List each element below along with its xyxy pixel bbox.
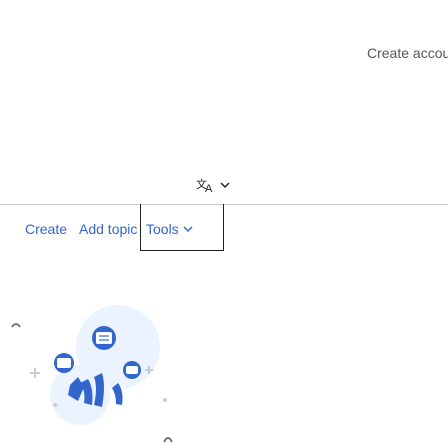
language-selector[interactable]: 文 A bbox=[196, 174, 240, 196]
chevron-down-icon bbox=[220, 180, 230, 190]
tools-menu-button[interactable]: Tools bbox=[146, 221, 193, 237]
talk-illustration bbox=[11, 305, 173, 443]
translate-icon: 文 A bbox=[196, 177, 216, 193]
svg-text:A: A bbox=[205, 183, 213, 193]
tab-create[interactable]: Create bbox=[25, 221, 67, 237]
tab-add-topic[interactable]: Add topic bbox=[79, 221, 137, 237]
tools-label: Tools bbox=[146, 221, 179, 237]
header-divider bbox=[0, 204, 448, 205]
create-account-link[interactable]: Create account bbox=[367, 45, 448, 61]
chevron-down-icon bbox=[183, 221, 193, 237]
